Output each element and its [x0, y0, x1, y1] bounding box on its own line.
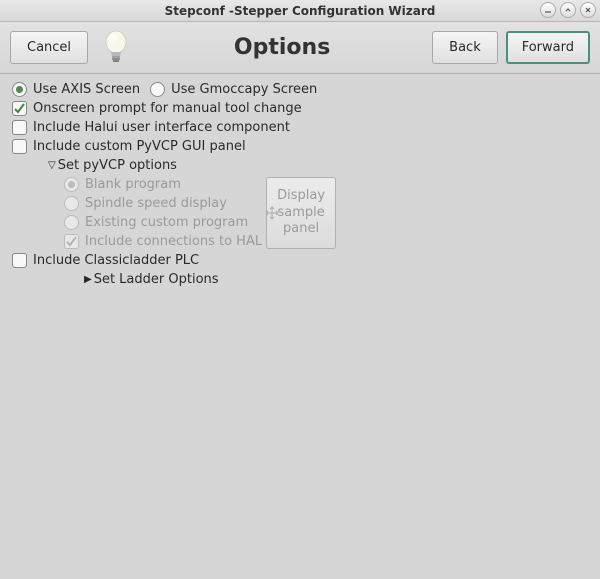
gmoccapy-radio-label: Use Gmoccapy Screen [171, 82, 317, 97]
display-sample-panel-button: Display sample panel [266, 177, 336, 249]
checkmark-icon [65, 235, 78, 248]
pyvcp-expander-row: ▽ Set pyVCP options [12, 156, 588, 175]
pyvcp-hal-label: Include connections to HAL [85, 234, 262, 249]
pyvcp-checkbox[interactable] [12, 139, 27, 154]
close-button[interactable] [580, 2, 596, 18]
pyvcp-hal-row: Include connections to HAL [64, 232, 262, 251]
close-icon [584, 6, 592, 14]
minimize-button[interactable] [540, 2, 556, 18]
maximize-button[interactable] [560, 2, 576, 18]
pyvcp-spindle-label: Spindle speed display [85, 196, 227, 211]
pyvcp-row: Include custom PyVCP GUI panel [12, 137, 588, 156]
triangle-right-icon: ▶ [84, 274, 92, 285]
pyvcp-existing-label: Existing custom program [85, 215, 248, 230]
header-row: Cancel Options Back Forward [0, 22, 600, 74]
pyvcp-options-block: Blank program Spindle speed display Exis… [12, 175, 588, 251]
pyvcp-expander[interactable]: ▽ Set pyVCP options [48, 158, 177, 173]
pyvcp-blank-label: Blank program [85, 177, 181, 192]
lightbulb-icon [100, 28, 132, 68]
classicladder-label: Include Classicladder PLC [33, 253, 199, 268]
halui-row: Include Halui user interface component [12, 118, 588, 137]
pyvcp-hal-checkbox [64, 234, 79, 249]
onscreen-prompt-row: Onscreen prompt for manual tool change [12, 99, 588, 118]
triangle-down-icon: ▽ [48, 160, 56, 171]
titlebar-controls [540, 2, 596, 18]
axis-radio-label: Use AXIS Screen [33, 82, 140, 97]
screen-choice-row: Use AXIS Screen Use Gmoccapy Screen [12, 80, 588, 99]
onscreen-prompt-checkbox[interactable] [12, 101, 27, 116]
content-area: Use AXIS Screen Use Gmoccapy Screen Onsc… [0, 74, 600, 579]
halui-checkbox[interactable] [12, 120, 27, 135]
halui-label: Include Halui user interface component [33, 120, 290, 135]
pyvcp-spindle-radio [64, 196, 79, 211]
pyvcp-label: Include custom PyVCP GUI panel [33, 139, 246, 154]
axis-radio[interactable] [12, 82, 27, 97]
window: Stepconf -Stepper Configuration Wizard C… [0, 0, 600, 579]
pyvcp-blank-row: Blank program [64, 175, 262, 194]
back-button[interactable]: Back [432, 31, 498, 64]
pyvcp-existing-radio [64, 215, 79, 230]
ladder-expander-label: Set Ladder Options [94, 272, 219, 287]
move-icon [265, 206, 279, 220]
ladder-expander[interactable]: ▶ Set Ladder Options [84, 272, 219, 287]
pyvcp-spindle-row: Spindle speed display [64, 194, 262, 213]
ladder-expander-row: ▶ Set Ladder Options [12, 270, 588, 289]
onscreen-prompt-label: Onscreen prompt for manual tool change [33, 101, 302, 116]
titlebar: Stepconf -Stepper Configuration Wizard [0, 0, 600, 22]
classicladder-row: Include Classicladder PLC [12, 251, 588, 270]
pyvcp-blank-radio [64, 177, 79, 192]
page-title: Options [140, 35, 424, 60]
pyvcp-existing-row: Existing custom program [64, 213, 262, 232]
pyvcp-expander-label: Set pyVCP options [58, 158, 177, 173]
gmoccapy-radio[interactable] [150, 82, 165, 97]
cancel-button[interactable]: Cancel [10, 31, 88, 64]
display-sample-panel-label: Display sample panel [271, 188, 331, 239]
minimize-icon [544, 6, 552, 14]
maximize-icon [564, 6, 572, 14]
window-title: Stepconf -Stepper Configuration Wizard [165, 4, 436, 18]
checkmark-icon [13, 102, 26, 115]
classicladder-checkbox[interactable] [12, 253, 27, 268]
forward-button[interactable]: Forward [506, 31, 590, 64]
